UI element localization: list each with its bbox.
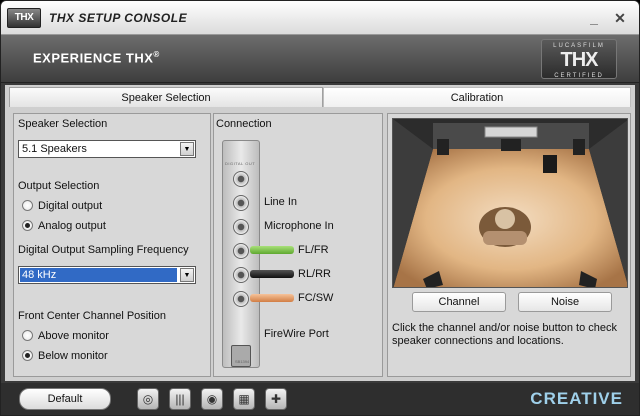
front-jack-icon — [233, 243, 249, 259]
port-line-in-label: Line In — [264, 196, 298, 208]
thx-app-icon: THX — [7, 8, 41, 28]
speaker-selection-value: 5.1 Speakers — [22, 143, 87, 155]
chevron-down-icon[interactable]: ▼ — [180, 142, 194, 156]
connection-heading: Connection — [216, 118, 272, 130]
banner-heading: EXPERIENCE THX® — [33, 50, 160, 65]
output-selection-label: Output Selection — [18, 180, 100, 192]
card-serial-label: SB1394 — [235, 359, 250, 364]
sampling-frequency-value: 48 kHz — [20, 268, 177, 282]
tab-calibration[interactable]: Calibration — [323, 87, 631, 107]
header-banner: EXPERIENCE THX® LUCASFILM THX CERTIFIED — [1, 35, 639, 83]
above-monitor-radio[interactable] — [22, 330, 33, 341]
front-left-speaker-icon — [437, 139, 449, 155]
title-bar: THX THX SETUP CONSOLE _ ✕ — [1, 1, 639, 35]
green-plug-icon — [250, 246, 294, 254]
logo-certified-text: CERTIFIED — [554, 73, 604, 79]
below-monitor-label[interactable]: Below monitor — [38, 350, 108, 362]
port-firewire-label: FireWire Port — [264, 328, 329, 340]
subwoofer-icon — [543, 155, 557, 173]
room-illustration — [393, 119, 627, 287]
port-microphone-label: Microphone In — [264, 220, 334, 232]
default-button[interactable]: Default — [19, 388, 111, 410]
analog-output-label[interactable]: Analog output — [38, 220, 106, 232]
port-rear-label: RL/RR — [298, 268, 332, 280]
creative-logo: CREATIVE — [530, 389, 623, 408]
black-plug-icon — [250, 270, 294, 278]
speaker-round-icon[interactable]: ◉ — [201, 388, 223, 410]
line-in-jack-icon — [233, 195, 249, 211]
speaker-plus-icon[interactable]: ✚ — [265, 388, 287, 410]
orange-plug-icon — [250, 294, 294, 302]
tab-speaker-selection[interactable]: Speaker Selection — [9, 87, 323, 107]
thx-setup-window: THX THX SETUP CONSOLE _ ✕ EXPERIENCE THX… — [0, 0, 640, 416]
port-front-label: FL/FR — [298, 244, 329, 256]
calibration-panel: Channel Noise Click the channel and/or n… — [387, 113, 631, 377]
equalizer-icon[interactable]: ||| — [169, 388, 191, 410]
bottom-toolbar: Default ◎ ||| ◉ ▦ ✚ CREATIVE — [1, 383, 639, 415]
banner-heading-text: EXPERIENCE THX — [33, 50, 154, 66]
microphone-jack-icon — [233, 219, 249, 235]
connection-panel: Connection DIGITAL OUT SB1394 Line In Mi… — [213, 113, 383, 377]
speaker-disc-icon[interactable]: ◎ — [137, 388, 159, 410]
close-button[interactable]: ✕ — [611, 9, 629, 27]
noise-button[interactable]: Noise — [518, 292, 612, 312]
window-title: THX SETUP CONSOLE — [49, 11, 188, 25]
sampling-frequency-dropdown[interactable]: 48 kHz ▼ — [18, 266, 196, 284]
analog-output-radio[interactable] — [22, 220, 33, 231]
chevron-down-icon[interactable]: ▼ — [180, 268, 194, 282]
thx-certified-logo: LUCASFILM THX CERTIFIED — [541, 39, 617, 79]
speaker-selection-label: Speaker Selection — [18, 118, 108, 130]
center-speaker-icon — [501, 139, 521, 151]
digital-output-label[interactable]: Digital output — [38, 200, 102, 212]
speaker-selection-dropdown[interactable]: 5.1 Speakers ▼ — [18, 140, 196, 158]
registered-mark: ® — [153, 50, 160, 59]
port-center-sub-label: FC/SW — [298, 292, 334, 304]
main-content: Speaker Selection Calibration Speaker Se… — [5, 85, 635, 381]
below-monitor-radio[interactable] — [22, 350, 33, 361]
listener-icon — [495, 209, 515, 229]
above-monitor-label[interactable]: Above monitor — [38, 330, 109, 342]
mixer-icon[interactable]: ▦ — [233, 388, 255, 410]
speaker-room-view — [392, 118, 628, 288]
sampling-frequency-label: Digital Output Sampling Frequency — [18, 244, 189, 256]
display-screen — [484, 126, 538, 138]
minimize-button[interactable]: _ — [585, 9, 603, 27]
speaker-settings-panel: Speaker Selection 5.1 Speakers ▼ Output … — [13, 113, 211, 377]
digital-out-jack-icon — [233, 171, 249, 187]
logo-thx-text: THX — [560, 49, 599, 71]
calibration-hint: Click the channel and/or noise button to… — [392, 322, 618, 347]
center-sub-jack-icon — [233, 291, 249, 307]
card-digital-out-label: DIGITAL OUT — [225, 161, 256, 166]
channel-button[interactable]: Channel — [412, 292, 506, 312]
front-right-speaker-icon — [573, 139, 585, 155]
front-center-position-label: Front Center Channel Position — [18, 310, 166, 322]
rear-jack-icon — [233, 267, 249, 283]
sound-card-bracket: DIGITAL OUT SB1394 — [222, 140, 260, 368]
digital-output-radio[interactable] — [22, 200, 33, 211]
